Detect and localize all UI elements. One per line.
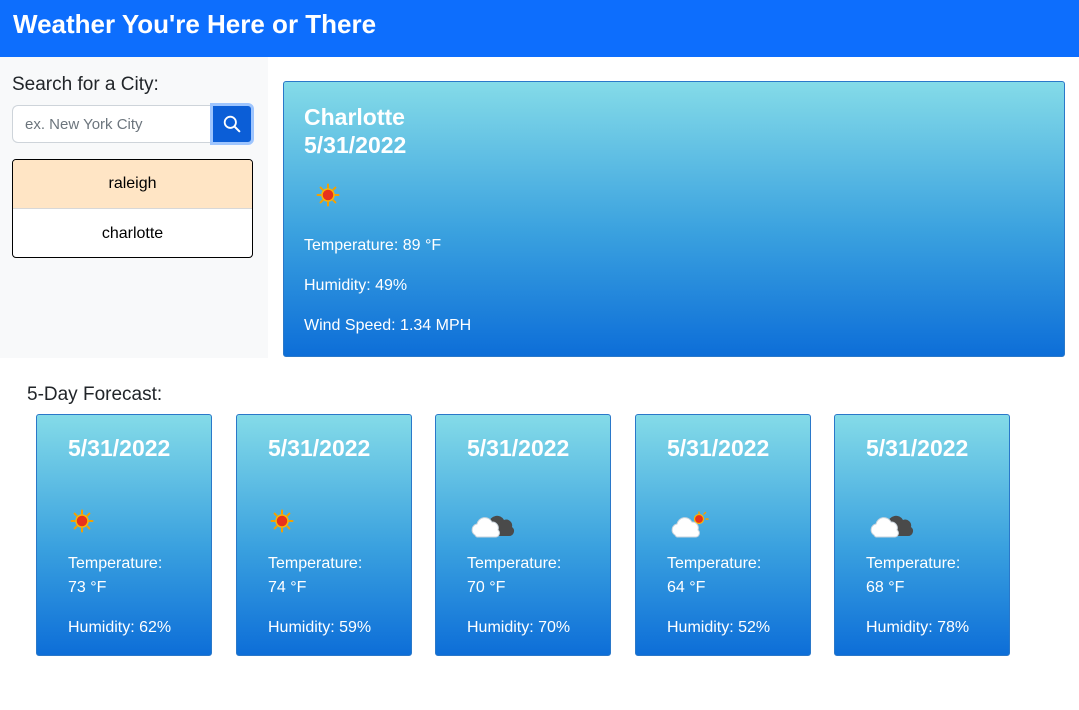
forecast-temperature-label: Temperature: [667, 555, 762, 572]
search-history-list: raleigh charlotte [12, 159, 253, 258]
forecast-date: 5/31/2022 [866, 435, 969, 461]
current-weather-card: Charlotte 5/31/2022 Temperature: 89 °F H… [283, 81, 1065, 357]
forecast-humidity: Humidity: 70% [467, 619, 571, 636]
current-date: 5/31/2022 [304, 132, 407, 158]
search-label: Search for a City: [12, 74, 159, 95]
cloudy-icon [868, 509, 914, 544]
forecast-temperature-value: 70 °F [467, 579, 506, 596]
forecast-card: 5/31/2022 Temperature: 68 °F Humidity: 78% [834, 414, 1010, 656]
forecast-title: 5-Day Forecast: [27, 384, 163, 405]
current-humidity: Humidity: 49% [304, 277, 408, 294]
forecast-temperature-label: Temperature: [68, 555, 163, 572]
search-icon [223, 115, 241, 133]
forecast-humidity: Humidity: 78% [866, 619, 970, 636]
forecast-humidity: Humidity: 62% [68, 619, 172, 636]
search-button[interactable] [210, 103, 254, 145]
forecast-date: 5/31/2022 [68, 435, 171, 461]
forecast-humidity: Humidity: 59% [268, 619, 372, 636]
forecast-date: 5/31/2022 [467, 435, 570, 461]
forecast-date: 5/31/2022 [268, 435, 371, 461]
cloudy-icon [469, 509, 515, 544]
forecast-card: 5/31/2022 Temperature: 64 °F Humidity: 52% [635, 414, 811, 656]
history-item-charlotte[interactable]: charlotte [13, 209, 252, 257]
app-title: Weather You're Here or There [13, 9, 377, 39]
forecast-humidity: Humidity: 52% [667, 619, 771, 636]
forecast-temperature-value: 73 °F [68, 579, 107, 596]
search-input[interactable] [12, 105, 212, 143]
sidebar: Search for a City: raleigh charlotte [0, 57, 268, 358]
current-city: Charlotte [304, 104, 405, 130]
forecast-temperature-label: Temperature: [467, 555, 562, 572]
forecast-card: 5/31/2022 Temperature: 73 °F Humidity: 62% [36, 414, 212, 656]
forecast-temperature-value: 74 °F [268, 579, 307, 596]
sun-icon [70, 509, 94, 538]
forecast-date: 5/31/2022 [667, 435, 770, 461]
forecast-temperature-value: 64 °F [667, 579, 706, 596]
forecast-temperature-label: Temperature: [268, 555, 363, 572]
sun-icon [270, 509, 294, 538]
current-temperature: Temperature: 89 °F [304, 237, 442, 254]
partly-cloudy-icon [669, 509, 711, 544]
forecast-card: 5/31/2022 Temperature: 74 °F Humidity: 59% [236, 414, 412, 656]
history-item-raleigh[interactable]: raleigh [13, 160, 252, 209]
forecast-card: 5/31/2022 Temperature: 70 °F Humidity: 70% [435, 414, 611, 656]
forecast-temperature-value: 68 °F [866, 579, 905, 596]
forecast-temperature-label: Temperature: [866, 555, 961, 572]
app-header: Weather You're Here or There [0, 0, 1079, 57]
current-wind-speed: Wind Speed: 1.34 MPH [304, 317, 472, 334]
sun-icon [316, 183, 340, 212]
